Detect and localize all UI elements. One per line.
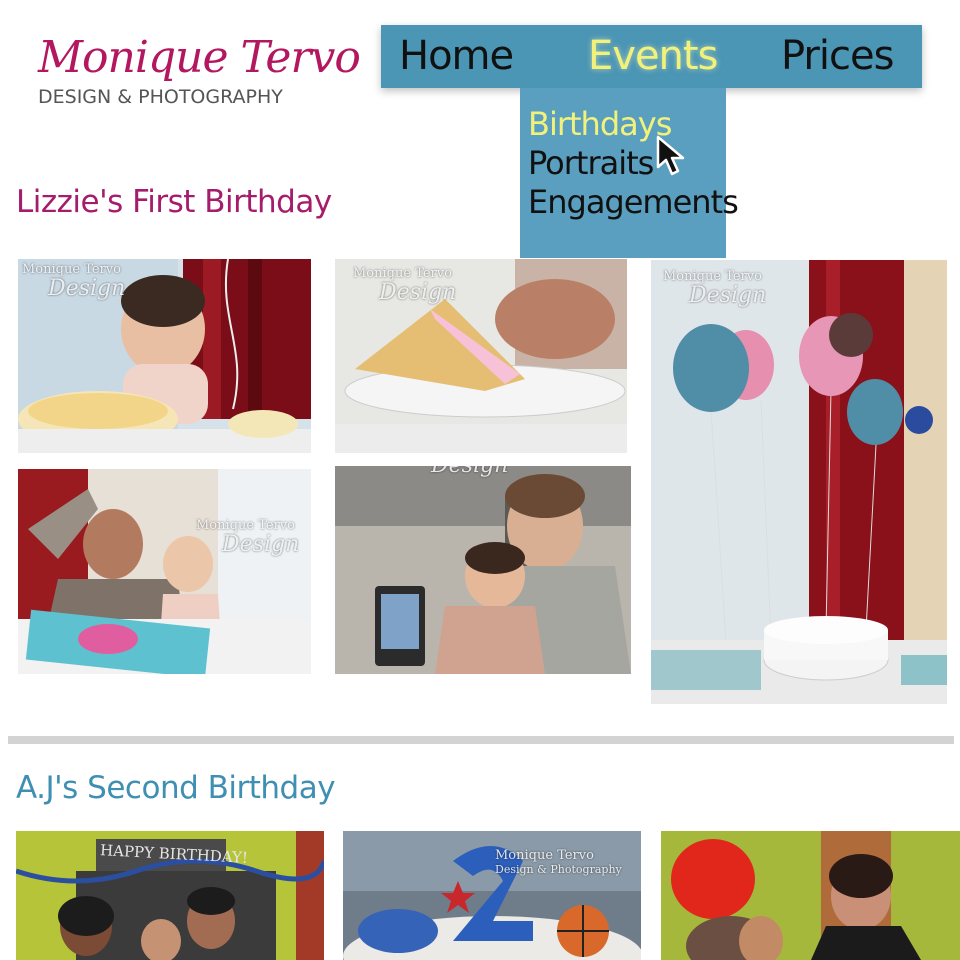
photo-father-daughter[interactable]: Monique Tervo Design bbox=[18, 469, 311, 674]
section-divider bbox=[8, 736, 954, 744]
photo-watermark: Monique Tervo Design bbox=[353, 266, 457, 305]
events-dropdown: Birthdays Portraits Engagements bbox=[520, 88, 739, 258]
photo-cake-slice[interactable]: Monique Tervo Design bbox=[335, 259, 627, 453]
nav-item-prices[interactable]: Prices bbox=[781, 31, 894, 81]
main-nav: Home Events Prices bbox=[381, 25, 922, 88]
arrow-cursor-icon bbox=[656, 135, 685, 176]
photo-family-chalkboard[interactable]: HAPPY BIRTHDAY! bbox=[16, 831, 324, 960]
nav-item-home[interactable]: Home bbox=[399, 31, 514, 81]
photo-watermark: Monique Tervo Design bbox=[663, 269, 767, 308]
photo-watermark: Monique Tervo Design bbox=[22, 262, 126, 301]
dropdown-item-birthdays[interactable]: Birthdays bbox=[528, 105, 672, 143]
dropdown-item-engagements[interactable]: Engagements bbox=[528, 183, 739, 221]
logo-script-text: Monique Tervo bbox=[38, 32, 361, 83]
photo-red-balloon[interactable] bbox=[661, 831, 960, 960]
site-logo[interactable]: Monique Tervo DESIGN & PHOTOGRAPHY bbox=[36, 30, 361, 114]
logo-subtitle: DESIGN & PHOTOGRAPHY bbox=[38, 86, 283, 108]
dropdown-item-portraits[interactable]: Portraits bbox=[528, 144, 654, 182]
photo-number-two-cake[interactable]: Monique Tervo Design & Photography bbox=[343, 831, 641, 960]
photo-watermark: Monique Tervo Design bbox=[196, 518, 300, 557]
section-title-aj: A.J's Second Birthday bbox=[16, 770, 336, 806]
nav-item-events[interactable]: Events bbox=[588, 31, 718, 81]
photo-watermark: Design bbox=[405, 466, 508, 478]
section-title-lizzie: Lizzie's First Birthday bbox=[16, 184, 332, 220]
photo-watermark: Monique Tervo Design & Photography bbox=[495, 848, 622, 877]
photo-dad-holding-baby[interactable]: Design bbox=[335, 466, 631, 674]
photo-baby-eating-cake[interactable]: Monique Tervo Design bbox=[18, 259, 311, 453]
photo-balloons-cake[interactable]: Monique Tervo Design bbox=[651, 260, 947, 704]
